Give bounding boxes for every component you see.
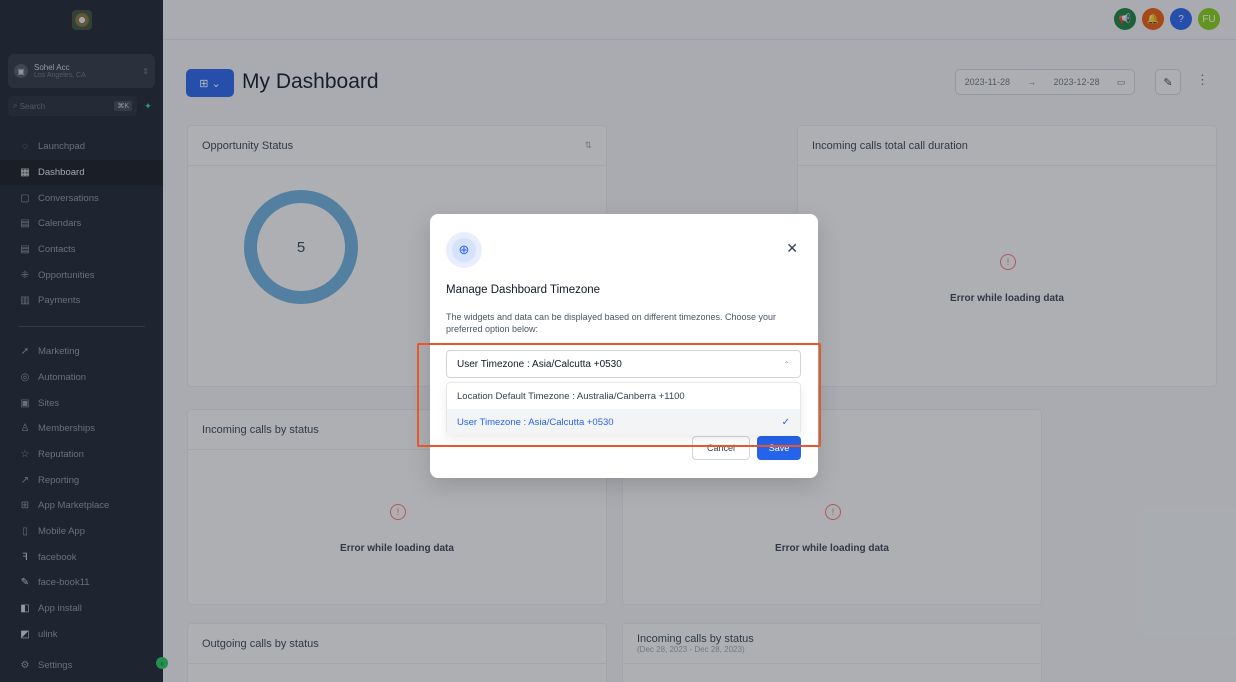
modal-description: The widgets and data can be displayed ba… (446, 312, 777, 334)
modal-title: Manage Dashboard Timezone (446, 284, 601, 296)
close-icon[interactable]: ✕ (786, 240, 798, 257)
highlight-box (417, 343, 821, 447)
globe-icon-wrap: ⊕ (446, 232, 482, 268)
globe-icon: ⊕ (452, 238, 476, 262)
